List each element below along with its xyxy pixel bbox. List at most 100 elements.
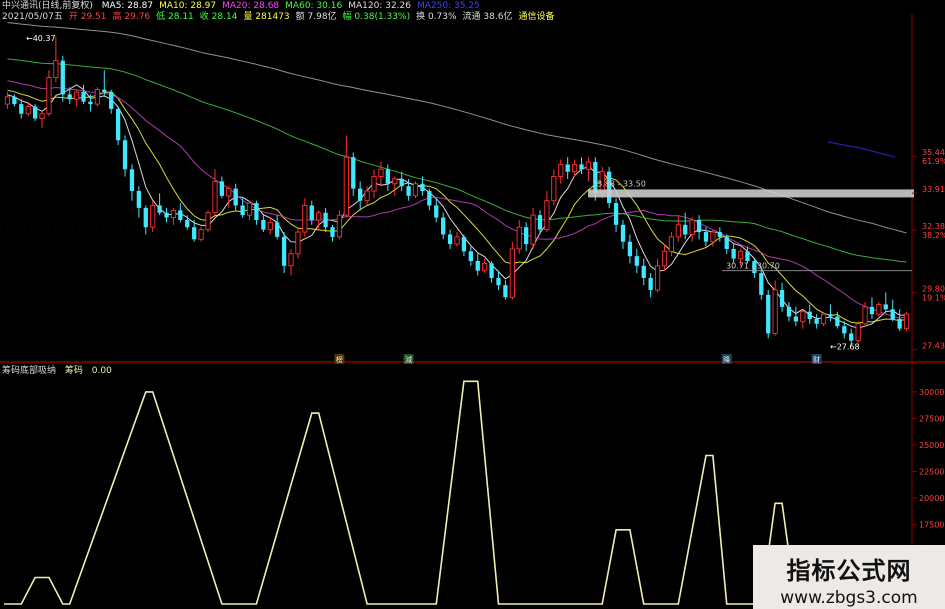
candle[interactable] [288, 248, 294, 276]
candle[interactable] [399, 171, 404, 191]
candle[interactable] [19, 99, 24, 119]
candle[interactable] [779, 282, 785, 312]
candle[interactable] [205, 210, 211, 233]
candle[interactable] [81, 84, 86, 105]
candle[interactable] [74, 89, 80, 107]
candle[interactable] [109, 89, 114, 114]
candle[interactable] [759, 268, 764, 300]
candle[interactable] [835, 311, 840, 329]
candle[interactable] [654, 258, 661, 293]
candle[interactable] [717, 227, 722, 242]
stock-chart-canvas[interactable]: 33.88 - 33.50 30.71 - 30.70 35.4461.9% 33.… [0, 0, 945, 609]
candle[interactable] [814, 314, 819, 329]
candle[interactable] [807, 304, 812, 324]
candle[interactable] [336, 210, 343, 240]
candle[interactable] [267, 217, 273, 235]
candle[interactable] [461, 234, 467, 257]
candle[interactable] [828, 304, 833, 322]
candle[interactable] [219, 176, 224, 199]
candle[interactable] [883, 292, 888, 312]
candle[interactable] [94, 87, 100, 107]
candle[interactable] [585, 157, 591, 182]
candle[interactable] [648, 273, 653, 298]
event-marker[interactable]: 榜 [334, 354, 345, 364]
event-marker[interactable]: 減 [403, 354, 414, 364]
candle[interactable] [233, 183, 238, 211]
candle[interactable] [295, 227, 301, 259]
candle[interactable] [454, 232, 460, 247]
candle[interactable] [890, 299, 895, 322]
candle[interactable] [136, 186, 142, 218]
candle[interactable] [115, 106, 121, 146]
candle[interactable] [351, 152, 356, 196]
candle[interactable] [254, 200, 259, 225]
candle[interactable] [641, 258, 646, 286]
candle[interactable] [668, 232, 674, 257]
candle[interactable] [178, 203, 183, 223]
candle[interactable] [724, 234, 729, 254]
candle[interactable] [198, 227, 204, 242]
candle[interactable] [661, 244, 668, 271]
candle[interactable] [371, 169, 377, 199]
candle[interactable] [903, 311, 910, 332]
candle[interactable] [634, 248, 639, 274]
candle[interactable] [447, 229, 453, 249]
candle[interactable] [468, 246, 473, 266]
candle[interactable] [503, 280, 508, 300]
candle[interactable] [129, 164, 135, 201]
candle[interactable] [412, 181, 419, 199]
candle[interactable] [766, 289, 771, 339]
candle[interactable] [46, 70, 52, 117]
candle[interactable] [620, 219, 626, 249]
candle[interactable] [800, 309, 806, 329]
candle[interactable] [509, 241, 515, 300]
candle[interactable] [309, 200, 314, 225]
candle[interactable] [150, 200, 156, 233]
candle[interactable] [627, 234, 633, 264]
candle[interactable] [323, 207, 328, 233]
candle[interactable] [613, 198, 619, 233]
candle[interactable] [343, 135, 349, 218]
candle[interactable] [164, 207, 169, 223]
candle[interactable] [32, 104, 38, 121]
candle[interactable] [897, 309, 902, 332]
candle[interactable] [261, 215, 266, 233]
candle[interactable] [558, 159, 564, 184]
candle[interactable] [392, 176, 398, 196]
candle[interactable] [434, 198, 439, 223]
candle[interactable] [482, 258, 488, 274]
candle[interactable] [358, 181, 363, 211]
candle[interactable] [820, 311, 827, 327]
candle[interactable] [378, 162, 384, 187]
candle[interactable] [475, 253, 480, 276]
candle[interactable] [675, 215, 681, 242]
candle[interactable] [275, 215, 280, 240]
candle[interactable] [170, 207, 177, 225]
candle[interactable] [441, 212, 446, 240]
candle[interactable] [689, 217, 695, 242]
candle[interactable] [246, 200, 253, 220]
event-marker[interactable]: 降 [721, 354, 732, 364]
candle[interactable] [53, 36, 59, 83]
candle[interactable] [786, 302, 792, 322]
candle[interactable] [330, 224, 335, 242]
candle[interactable] [530, 207, 536, 249]
candle[interactable] [4, 92, 11, 109]
candle[interactable] [544, 191, 550, 233]
candle[interactable] [489, 261, 494, 283]
candle[interactable] [696, 215, 702, 240]
candle[interactable] [302, 198, 308, 237]
candle[interactable] [212, 169, 218, 216]
candle[interactable] [524, 222, 529, 252]
candle[interactable] [60, 55, 65, 102]
candle[interactable] [579, 157, 584, 175]
candle[interactable] [731, 244, 736, 264]
candle[interactable] [855, 321, 861, 344]
candle[interactable] [185, 215, 190, 230]
candle[interactable] [427, 188, 432, 211]
candle[interactable] [157, 193, 162, 216]
candle[interactable] [281, 232, 287, 274]
candle[interactable] [516, 219, 522, 254]
candle[interactable] [565, 157, 570, 179]
candle[interactable] [551, 169, 557, 206]
